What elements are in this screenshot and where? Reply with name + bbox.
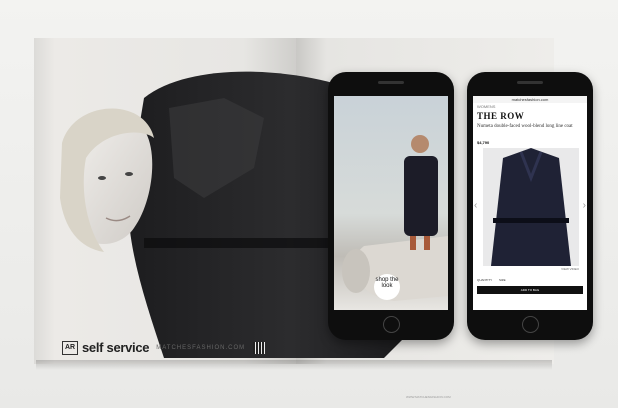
legs-figure: [410, 236, 416, 250]
product-screen: matchesfashion.com WOMENS THE ROW Numeta…: [473, 96, 587, 310]
ar-screen[interactable]: shop the look: [334, 96, 448, 310]
shop-the-look-button[interactable]: shop the look: [374, 274, 400, 300]
speaker-icon: [378, 81, 404, 84]
url-bar[interactable]: matchesfashion.com: [473, 96, 587, 103]
speaker-icon: [517, 81, 543, 84]
ad-headline: self service: [82, 340, 150, 355]
brand-name: THE ROW: [477, 111, 525, 121]
eye-shape: [98, 176, 106, 180]
home-button[interactable]: [383, 316, 400, 333]
category-label: WOMENS: [477, 104, 496, 109]
chevron-left-icon[interactable]: ‹: [474, 200, 477, 211]
fine-print: WWW.MATCHESFASHION.COM: [406, 395, 451, 399]
photo-scene: AR self service MATCHESFASHION.COM WWW.M…: [0, 0, 618, 408]
quantity-size-row: QUANTITY SIZE: [477, 278, 506, 282]
product-image[interactable]: [483, 148, 579, 266]
home-button[interactable]: [522, 316, 539, 333]
legs-figure: [424, 236, 430, 250]
phone-ar: shop the look: [328, 72, 454, 340]
size-label[interactable]: SIZE: [499, 278, 506, 282]
eye-shape: [125, 172, 133, 176]
face-in-ar: [342, 249, 370, 293]
view-video-link[interactable]: VIEW VIDEO: [561, 267, 579, 271]
product-name: Numeta double-faced wool-blend long line…: [477, 124, 573, 129]
ar-badge: AR: [62, 340, 78, 355]
chevron-right-icon[interactable]: ›: [583, 200, 586, 211]
qr-code-icon: [253, 341, 266, 354]
head-figure: [411, 135, 429, 153]
ad-url: MATCHESFASHION.COM: [156, 344, 246, 351]
quantity-label[interactable]: QUANTITY: [477, 278, 492, 282]
coat-product-image: [491, 148, 571, 266]
product-price: $4,790: [477, 140, 490, 145]
add-to-bag-button[interactable]: ADD TO BAG: [477, 286, 583, 294]
belt-shape: [144, 238, 344, 248]
ad-footer: AR self service MATCHESFASHION.COM: [62, 340, 266, 355]
coat-figure: [404, 156, 438, 236]
phone-product: matchesfashion.com WOMENS THE ROW Numeta…: [467, 72, 593, 340]
